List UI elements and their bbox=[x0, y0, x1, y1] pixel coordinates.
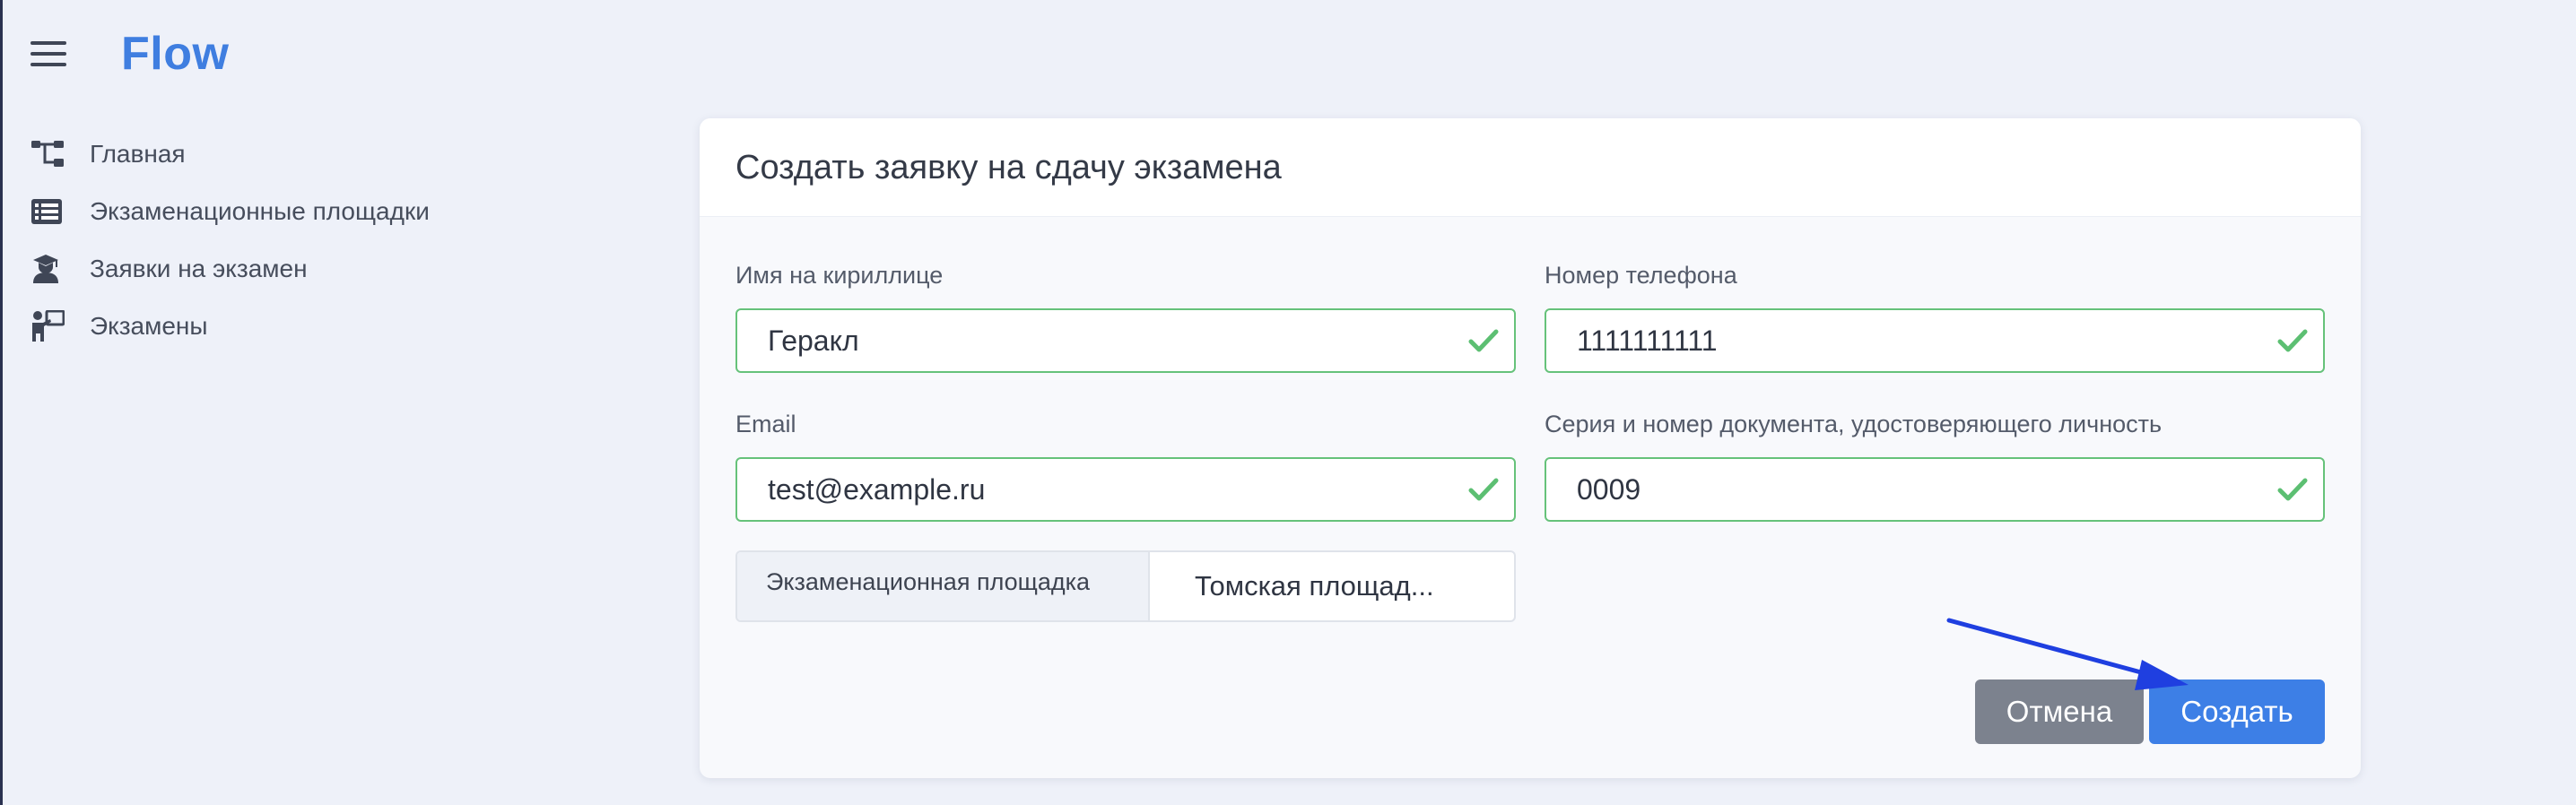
sidebar-item-label: Экзамены bbox=[90, 312, 208, 340]
valid-check-icon bbox=[1468, 329, 1499, 352]
sidebar-item-exam-venues[interactable]: Экзаменационные площадки bbox=[30, 190, 533, 233]
menu-toggle-icon[interactable] bbox=[30, 39, 68, 68]
page-title: Создать заявку на сдачу экзамена bbox=[735, 149, 1282, 186]
name-label: Имя на кириллице bbox=[735, 262, 944, 289]
phone-label: Номер телефона bbox=[1545, 262, 1737, 289]
sidebar-item-label: Главная bbox=[90, 140, 186, 168]
venue-select-label: Экзаменационная площадка bbox=[737, 552, 1150, 620]
sitemap-icon bbox=[30, 136, 66, 172]
sidebar-item-label: Экзаменационные площадки bbox=[90, 197, 430, 225]
valid-check-icon bbox=[1468, 478, 1499, 501]
cancel-button[interactable]: Отмена bbox=[1975, 679, 2144, 744]
sidebar-item-label: Заявки на экзамен bbox=[90, 255, 308, 282]
phone-input[interactable] bbox=[1575, 310, 2257, 371]
venue-select[interactable]: Томская площад... bbox=[1150, 552, 1514, 620]
document-label: Серия и номер документа, удостоверяющего… bbox=[1545, 411, 2163, 437]
presentation-icon bbox=[30, 308, 66, 344]
phone-field[interactable] bbox=[1545, 308, 2325, 373]
valid-check-icon bbox=[2277, 478, 2308, 501]
document-field[interactable] bbox=[1545, 457, 2325, 522]
venue-select-group: Экзаменационная площадка Томская площад.… bbox=[735, 550, 1516, 622]
graduate-icon bbox=[30, 251, 66, 287]
create-button[interactable]: Создать bbox=[2149, 679, 2325, 744]
card-header: Создать заявку на сдачу экзамена bbox=[700, 118, 2361, 217]
window-edge bbox=[0, 0, 3, 805]
document-input[interactable] bbox=[1575, 459, 2257, 520]
sidebar-item-exams[interactable]: Экзамены bbox=[30, 305, 533, 348]
sidebar-item-home[interactable]: Главная bbox=[30, 133, 533, 176]
email-field[interactable] bbox=[735, 457, 1516, 522]
email-input[interactable] bbox=[766, 459, 1448, 520]
list-icon bbox=[30, 194, 66, 229]
email-label: Email bbox=[735, 411, 796, 437]
name-field[interactable] bbox=[735, 308, 1516, 373]
name-input[interactable] bbox=[766, 310, 1448, 371]
brand-logo[interactable]: Flow bbox=[121, 27, 229, 81]
sidebar-item-exam-applications[interactable]: Заявки на экзамен bbox=[30, 247, 533, 290]
exam-application-card: Создать заявку на сдачу экзамена Имя на … bbox=[700, 118, 2361, 778]
valid-check-icon bbox=[2277, 329, 2308, 352]
